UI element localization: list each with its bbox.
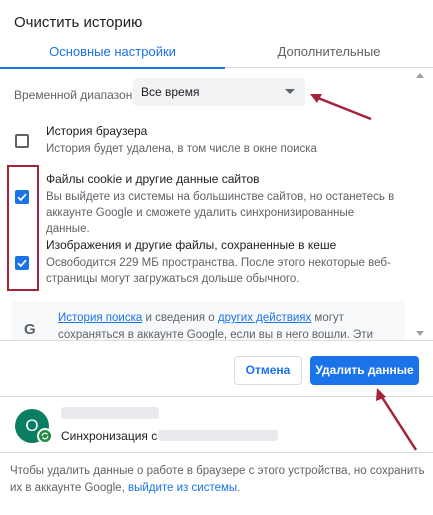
option-title: Файлы cookie и другие данные сайтов bbox=[46, 172, 260, 186]
delete-data-button[interactable]: Удалить данные bbox=[310, 356, 419, 385]
scroll-up-icon[interactable] bbox=[416, 73, 424, 78]
scroll-down-icon[interactable] bbox=[416, 331, 424, 336]
time-range-value: Все время bbox=[141, 85, 200, 99]
sync-badge bbox=[37, 428, 53, 444]
google-activity-info: G История поиска и сведения о других дей… bbox=[12, 301, 405, 340]
divider bbox=[0, 452, 433, 453]
tab-advanced-settings[interactable]: Дополнительные bbox=[225, 36, 433, 68]
time-range-label: Временной диапазон bbox=[14, 88, 133, 102]
checkbox-cache[interactable] bbox=[15, 256, 29, 270]
scrollbar[interactable] bbox=[407, 69, 433, 340]
checkbox-cookies[interactable] bbox=[15, 190, 29, 204]
option-title: Изображения и другие файлы, сохраненные … bbox=[46, 238, 337, 252]
cancel-button[interactable]: Отмена bbox=[234, 356, 302, 385]
account-email-blurred bbox=[158, 430, 278, 441]
option-description: Вы выйдете из системы на большинстве сай… bbox=[46, 191, 395, 235]
sign-out-note: Чтобы удалить данные о работе в браузере… bbox=[10, 465, 425, 494]
divider bbox=[0, 340, 433, 341]
checkmark-icon bbox=[17, 193, 27, 202]
account-name-blurred bbox=[61, 407, 159, 419]
option-title: История браузера bbox=[46, 124, 148, 138]
search-history-link[interactable]: История поиска bbox=[58, 312, 142, 324]
sync-icon bbox=[41, 432, 49, 440]
google-icon: G bbox=[24, 321, 36, 338]
info-text: История поиска и сведения о других дейст… bbox=[58, 312, 373, 340]
divider bbox=[0, 396, 433, 397]
time-range-select[interactable]: Все время bbox=[133, 78, 305, 106]
tab-bar: Основные настройки Дополнительные bbox=[0, 36, 433, 69]
caret-down-icon bbox=[285, 89, 295, 94]
dialog-title: Очистить историю bbox=[14, 14, 143, 31]
tab-basic-settings[interactable]: Основные настройки bbox=[0, 36, 225, 69]
annotation-arrow bbox=[376, 388, 418, 451]
option-description: Освободится 229 МБ пространства. После э… bbox=[46, 257, 391, 285]
other-activity-link[interactable]: других действиях bbox=[218, 312, 311, 324]
sync-status: Синхронизация с bbox=[61, 429, 158, 443]
settings-content: Временной диапазон Все время История бра… bbox=[0, 69, 407, 340]
option-description: История будет удалена, в том числе в окн… bbox=[46, 143, 317, 155]
checkbox-browser-history[interactable] bbox=[15, 134, 29, 148]
annotation-highlight-box bbox=[7, 165, 39, 291]
sign-out-link[interactable]: выйдите из системы bbox=[128, 482, 237, 494]
checkmark-icon bbox=[17, 259, 27, 268]
clear-browsing-data-dialog: Очистить историю Основные настройки Допо… bbox=[0, 0, 433, 515]
